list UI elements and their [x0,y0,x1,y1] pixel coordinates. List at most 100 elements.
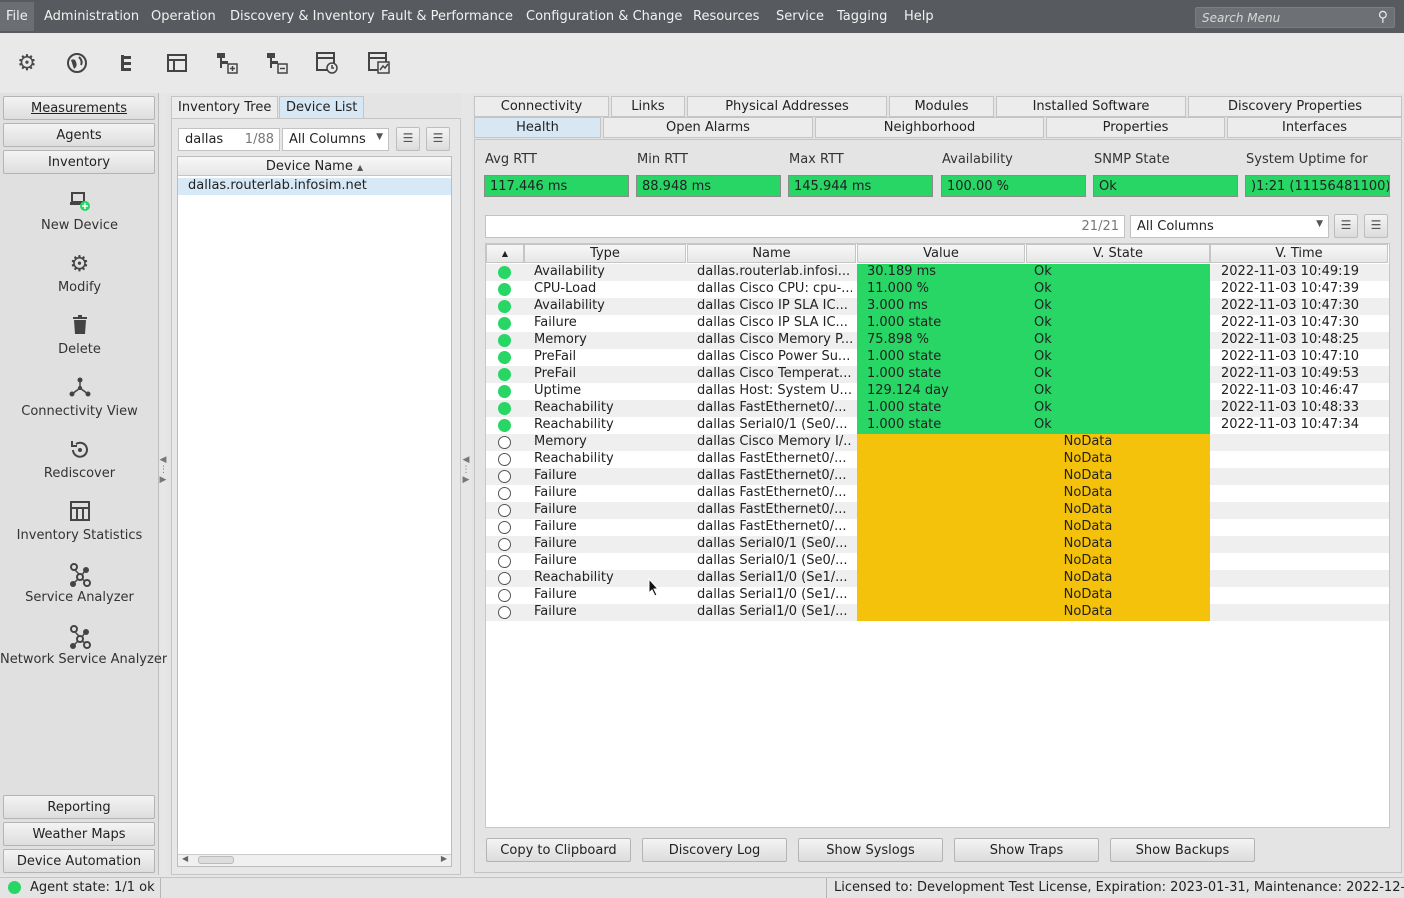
table-row[interactable]: PreFail dallas Cisco Temperat... 1.000 sta… [486,366,1389,383]
service-analyzer-action[interactable]: Service Analyzer [0,562,159,605]
menu-fault-performance[interactable]: Fault & Performance [381,9,513,24]
tab-health[interactable]: Health [474,117,601,138]
tab-interfaces[interactable]: Interfaces [1227,117,1402,138]
device-row[interactable]: dallas.routerlab.infosim.net [178,178,451,195]
tab-links[interactable]: Links [611,96,685,117]
table-history-icon[interactable] [314,50,340,76]
agents-button[interactable]: Agents [3,123,155,147]
table-row[interactable]: Availability dallas Cisco IP SLA IC... 3.0… [486,298,1389,315]
v-time-column-header[interactable]: V. Time [1210,244,1388,263]
scroll-left-icon[interactable]: ◀ [182,854,188,863]
tab-modules[interactable]: Modules [889,96,994,117]
tab-open-alarms[interactable]: Open Alarms [603,117,813,138]
table-icon[interactable] [164,50,190,76]
inventory-statistics-action[interactable]: Inventory Statistics [0,500,159,543]
table-row[interactable]: Failure dallas FastEthernet0/... NoData [486,519,1389,536]
table-row[interactable]: Uptime dallas Host: System U... 129.124 da… [486,383,1389,400]
menu-help[interactable]: Help [904,9,934,24]
status-column-header[interactable]: ▲ [486,244,524,263]
search-icon[interactable]: ⚲ [1378,9,1388,25]
search-menu-input[interactable]: Search Menu ⚲ [1195,7,1395,28]
table-filter-input[interactable]: 21/21 [485,215,1125,238]
v-time-cell: 2022-11-03 10:49:53 [1221,366,1360,381]
table-row[interactable]: Failure dallas Serial1/0 (Se1/... NoData [486,587,1389,604]
delete-action[interactable]: Delete [0,314,159,357]
table-row[interactable]: CPU-Load dallas Cisco CPU: cpu-... 11.000 … [486,281,1389,298]
device-automation-button[interactable]: Device Automation [3,849,155,873]
table-row[interactable]: Failure dallas Cisco IP SLA IC... 1.000 st… [486,315,1389,332]
table-chart-icon[interactable] [366,50,392,76]
right-splitter[interactable]: ◀ ⋮ ▶ [461,455,471,515]
menu-configuration-change[interactable]: Configuration & Change [526,9,682,24]
scroll-right-icon[interactable]: ▶ [441,854,447,863]
show-traps-button[interactable]: Show Traps [954,838,1099,862]
menu-file[interactable]: File [0,2,34,31]
show-syslogs-button[interactable]: Show Syslogs [798,838,943,862]
menu-resources[interactable]: Resources [693,9,759,24]
connectivity-view-action[interactable]: Connectivity View [0,376,159,419]
scroll-thumb[interactable] [198,856,234,864]
horizontal-scrollbar[interactable]: ◀ ▶ [178,854,451,866]
filter-icon[interactable]: ☰ [1364,214,1388,238]
tab-properties[interactable]: Properties [1046,117,1225,138]
type-column-header[interactable]: Type [524,244,686,263]
table-row[interactable]: Memory dallas Cisco Memory I/... NoData [486,434,1389,451]
filter-icon[interactable]: ☰ [426,127,450,151]
value-column-header[interactable]: Value [857,244,1025,263]
table-row[interactable]: Reachability dallas Serial0/1 (Se0/... 1.0… [486,417,1389,434]
table-row[interactable]: Failure dallas FastEthernet0/... NoData [486,468,1389,485]
table-row[interactable]: PreFail dallas Cisco Power Su... 1.000 sta… [486,349,1389,366]
globe-icon[interactable] [64,50,90,76]
table-row[interactable]: Failure dallas Serial0/1 (Se0/... NoData [486,553,1389,570]
table-row[interactable]: Failure dallas Serial0/1 (Se0/... NoData [486,536,1389,553]
table-row[interactable]: Reachability dallas FastEthernet0/... NoDa… [486,451,1389,468]
menu-operation[interactable]: Operation [151,9,216,24]
tab-connectivity[interactable]: Connectivity [474,96,609,117]
menu-service[interactable]: Service [776,9,824,24]
name-column-header[interactable]: Name [687,244,856,263]
show-backups-button[interactable]: Show Backups [1110,838,1255,862]
table-row[interactable]: Memory dallas Cisco Memory P... 75.898 % Ok… [486,332,1389,349]
tab-device-list[interactable]: Device List [279,96,365,118]
tab-discovery-properties[interactable]: Discovery Properties [1188,96,1402,117]
device-column-select[interactable]: All Columns ▼ [282,128,389,151]
menu-discovery-inventory[interactable]: Discovery & Inventory [230,9,375,24]
network-service-analyzer-action[interactable]: Network Service Analyzer [0,624,167,667]
menu-administration[interactable]: Administration [44,9,139,24]
device-name-column-header[interactable]: Device Name ▲ [178,157,451,176]
tree-add-icon[interactable] [214,50,240,76]
value-cell [857,502,1026,519]
table-row[interactable]: Reachability dallas FastEthernet0/... 1.00… [486,400,1389,417]
table-row[interactable]: Reachability dallas Serial1/0 (Se1/... NoD… [486,570,1389,587]
table-row[interactable]: Availability dallas.routerlab.infosi... 30… [486,264,1389,281]
clear-filter-icon[interactable]: ☰ [1334,214,1358,238]
measurements-button[interactable]: Measurements [3,96,155,120]
value-cell [857,519,1026,536]
modify-action[interactable]: ⚙ Modify [0,252,159,295]
copy-to-clipboard-button[interactable]: Copy to Clipboard [486,838,631,862]
tree-icon[interactable] [114,50,140,76]
tab-installed-software[interactable]: Installed Software [996,96,1186,117]
discovery-log-button[interactable]: Discovery Log [642,838,787,862]
clear-filter-icon[interactable]: ☰ [396,127,420,151]
tab-neighborhood[interactable]: Neighborhood [815,117,1044,138]
weather-maps-button[interactable]: Weather Maps [3,822,155,846]
tab-inventory-tree[interactable]: Inventory Tree [171,96,279,118]
left-splitter[interactable]: ◀ ⋮ ▶ [159,455,168,515]
tree-remove-icon[interactable] [264,50,290,76]
table-row[interactable]: Failure dallas Serial1/0 (Se1/... NoData [486,604,1389,621]
availability-value: 100.00 % [941,175,1086,197]
system-uptime-value-text: )1:21 (11156481100) [1251,179,1390,194]
tab-physical-addresses[interactable]: Physical Addresses [687,96,887,117]
table-row[interactable]: Failure dallas FastEthernet0/... NoData [486,485,1389,502]
menu-tagging[interactable]: Tagging [837,9,887,24]
table-column-select[interactable]: All Columns ▼ [1130,215,1329,238]
settings-gear-icon[interactable]: ⚙ [14,50,40,76]
table-row[interactable]: Failure dallas FastEthernet0/... NoData [486,502,1389,519]
device-filter-input[interactable]: dallas 1/88 [178,128,280,151]
rediscover-action[interactable]: Rediscover [0,438,159,481]
reporting-button[interactable]: Reporting [3,795,155,819]
v-state-column-header[interactable]: V. State [1026,244,1210,263]
new-device-action[interactable]: New Device [0,190,159,233]
inventory-button[interactable]: Inventory [3,150,155,174]
